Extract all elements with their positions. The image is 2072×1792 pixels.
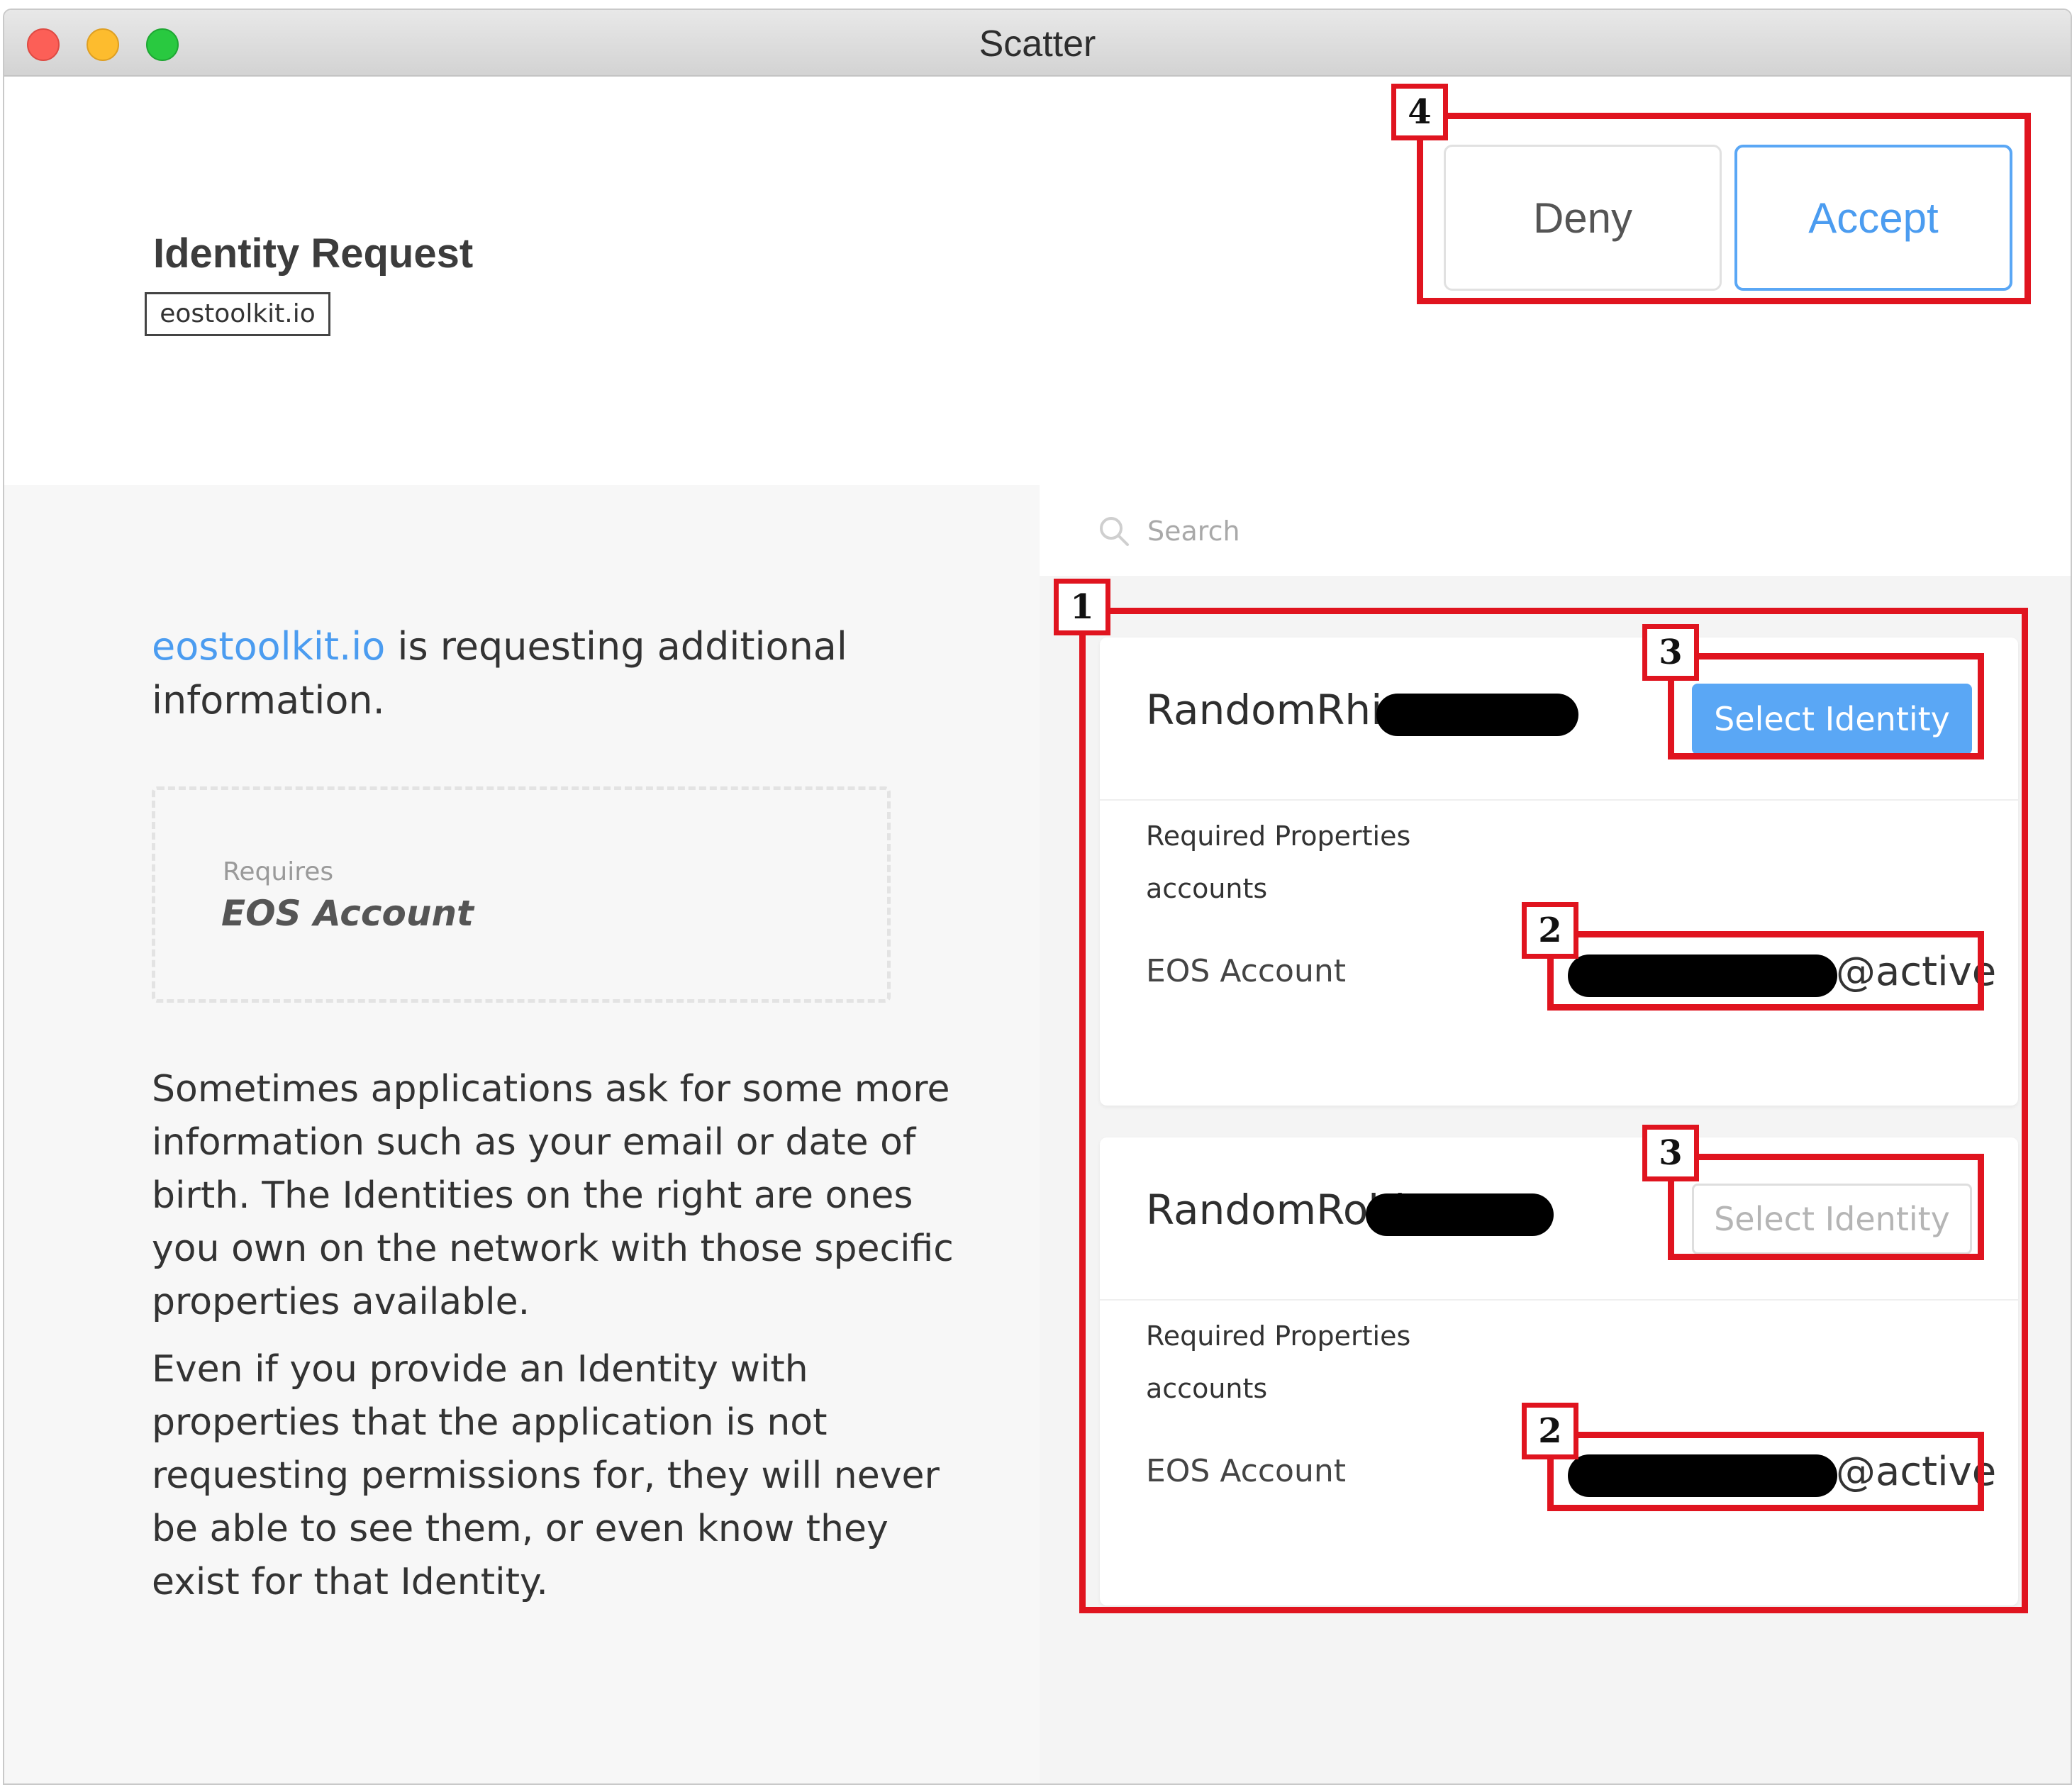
annotation-box-4 [1417,113,2031,304]
search-bar [1040,485,2071,576]
requires-value: EOS Account [221,893,474,934]
search-icon [1100,517,1129,546]
annotation-number-4: 4 [1391,84,1448,140]
window-title: Scatter [979,23,1096,65]
annotation-number-1: 1 [1054,579,1110,635]
annotation-number-3: 3 [1642,1125,1699,1181]
domain-badge: eostoolkit.io [145,292,330,336]
title-bar: Scatter [4,10,2071,77]
explanation-paragraph-1: Sometimes applications ask for some more… [152,1068,954,1323]
annotation-number-3: 3 [1642,624,1699,681]
annotation-box-2b [1547,1432,1984,1511]
annotation-number-2: 2 [1522,1403,1578,1459]
annotation-box-3b [1668,1154,1984,1260]
request-text: eostoolkit.io is requesting additional i… [152,620,967,728]
annotation-box-3a [1668,653,1984,759]
explanation-paragraph-2: Even if you provide an Identity with pro… [152,1348,940,1603]
page-title: Identity Request [153,230,474,277]
annotation-number-2: 2 [1522,902,1578,959]
info-panel: eostoolkit.io is requesting additional i… [4,485,1040,1783]
annotation-box-2a [1547,931,1984,1011]
requires-label: Requires [223,857,334,886]
search-input[interactable] [1146,506,1997,556]
request-domain-link[interactable]: eostoolkit.io [152,624,385,669]
requires-box: Requires EOS Account [152,786,891,1003]
